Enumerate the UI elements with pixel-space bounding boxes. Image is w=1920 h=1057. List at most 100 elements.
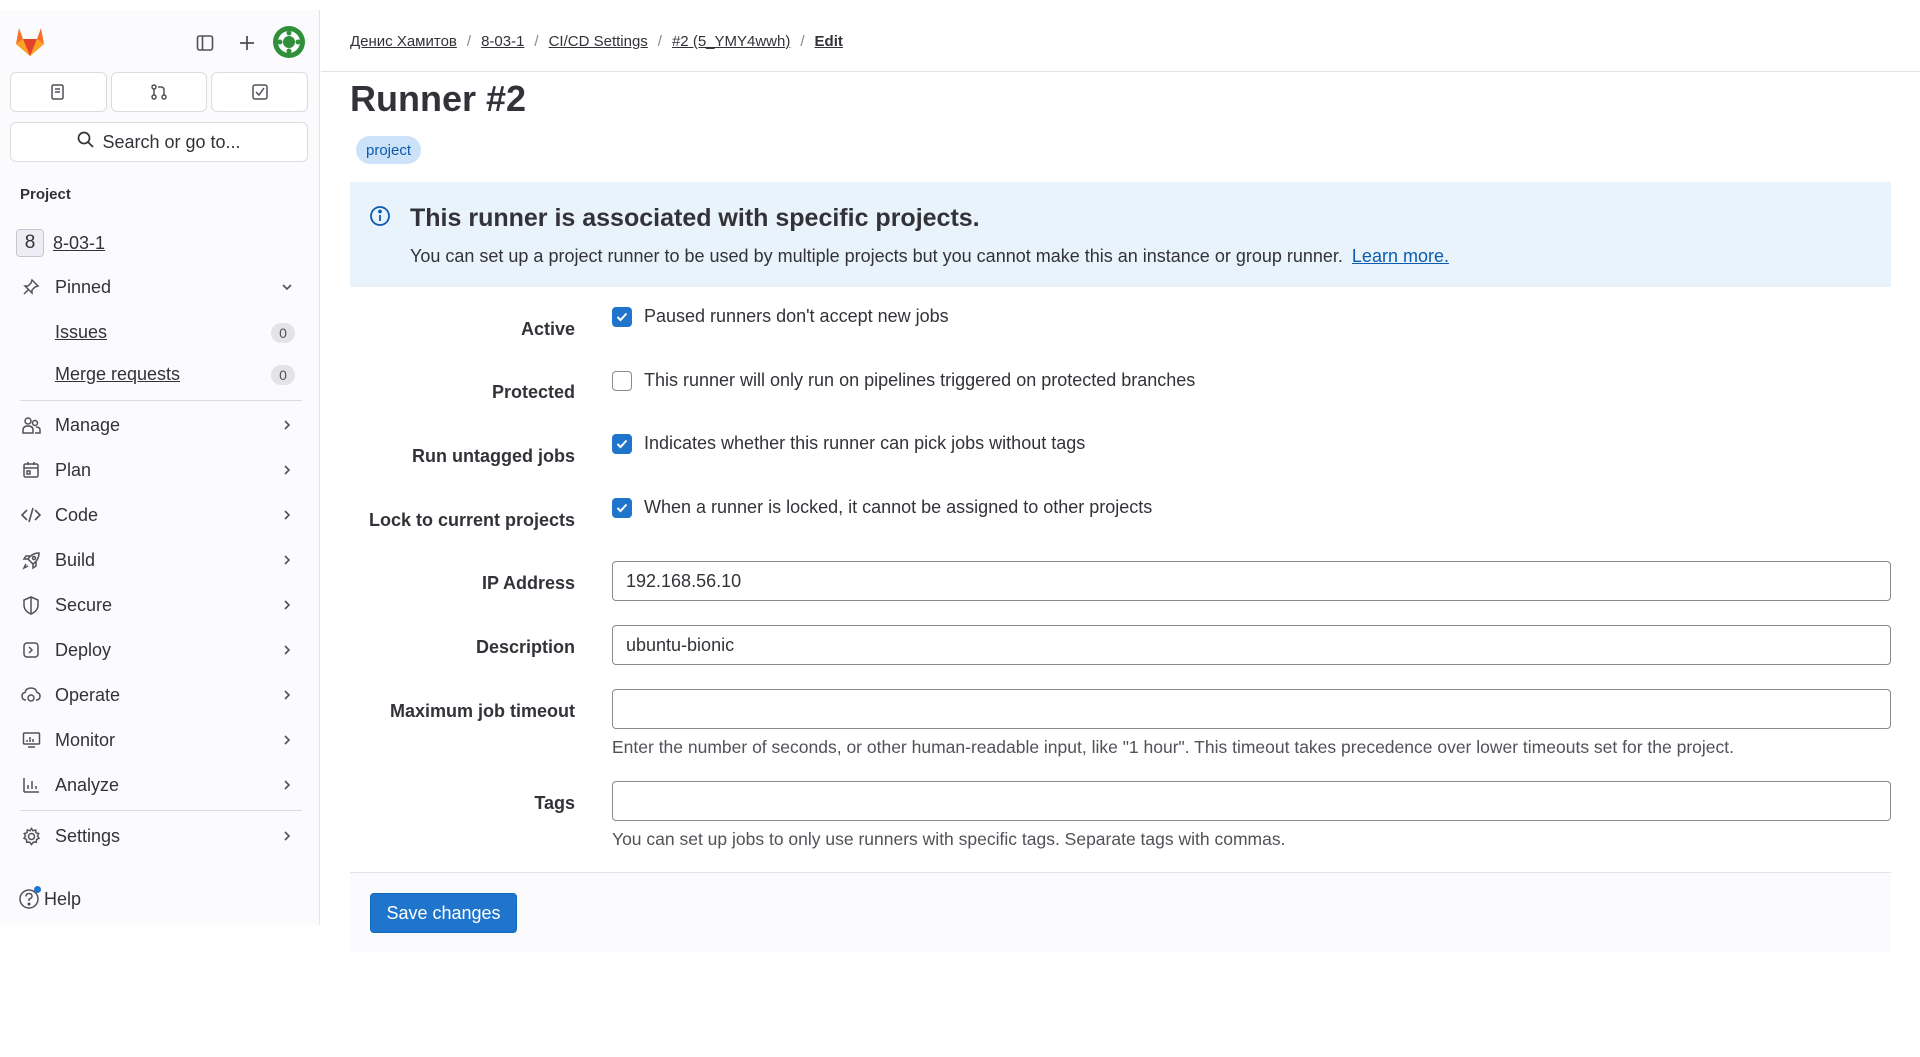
deploy-icon [16,635,46,665]
active-description: Paused runners don't accept new jobs [644,306,949,326]
gear-icon [16,821,46,851]
breadcrumb-project[interactable]: 8-03-1 [481,33,524,50]
manage-label: Manage [55,414,121,435]
breadcrumb-separator: / [534,33,539,50]
breadcrumb-current[interactable]: Edit [815,33,843,50]
assigned-issues-icon[interactable] [10,72,107,112]
search-label: Search or go to... [102,131,241,152]
locked-checkbox-row[interactable]: When a runner is locked, it cannot be as… [612,497,1152,518]
protected-checkbox-row[interactable]: This runner will only run on pipelines t… [612,370,1195,391]
pinned-label: Pinned [55,276,112,297]
chevron-right-icon [280,506,294,527]
project-name: 8-03-1 [53,232,106,253]
chevron-right-icon [280,686,294,707]
breadcrumb-separator: / [466,33,472,50]
chevron-right-icon [280,461,294,482]
untagged-checkbox[interactable] [612,433,632,454]
deploy-label: Deploy [55,639,112,660]
sidebar-item-secure[interactable]: Secure [10,586,310,624]
breadcrumb-separator: / [800,33,805,50]
calendar-icon [16,455,46,485]
sidebar-item-deploy[interactable]: Deploy [10,631,310,669]
active-label: Active [520,319,575,339]
chevron-right-icon [280,731,294,752]
tags-help-text: You can set up jobs to only use runners … [612,829,1286,849]
chevron-right-icon [280,776,294,797]
avatar[interactable] [273,26,305,58]
protected-description: This runner will only run on pipelines t… [644,370,1196,390]
protected-label: Protected [491,382,575,402]
chevron-down-icon [280,278,294,299]
chevron-right-icon [280,416,294,437]
sidebar-header [0,10,320,72]
sidebar-item-monitor[interactable]: Monitor [10,721,310,759]
issues-label: Issues [55,321,108,342]
search-button[interactable]: Search or go to... [10,122,308,162]
timeout-field[interactable] [612,689,1891,729]
build-label: Build [55,549,96,570]
learn-more-link[interactable]: Learn more. [1352,246,1449,266]
info-icon [368,204,392,228]
merge-requests-count: 0 [271,365,295,385]
locked-label: Lock to current projects [368,510,575,530]
sidebar-item-analyze[interactable]: Analyze [10,766,310,804]
active-checkbox[interactable] [612,306,632,327]
code-icon [16,500,46,530]
gitlab-logo-icon[interactable] [12,24,48,58]
sidebar-item-manage[interactable]: Manage [10,406,310,444]
chevron-right-icon [280,641,294,662]
sidebar-toggle-icon[interactable] [192,30,218,56]
alert-body: You can set up a project runner to be us… [410,246,1449,267]
help-button[interactable]: Help [18,886,82,910]
help-icon [18,886,41,910]
chart-icon [16,770,46,800]
active-checkbox-row[interactable]: Paused runners don't accept new jobs [612,306,949,327]
shield-icon [16,590,46,620]
analyze-label: Analyze [55,774,120,795]
form-actions: Save changes [350,872,1891,952]
sidebar-item-merge-requests[interactable]: Merge requests 0 [55,356,305,392]
alert-text: You can set up a project runner to be us… [410,246,1343,266]
tags-field[interactable] [612,781,1891,821]
ip-address-field[interactable] [612,561,1891,601]
sidebar-project-link[interactable]: 8 8-03-1 [10,224,310,262]
chevron-right-icon [280,551,294,572]
issues-count: 0 [271,323,295,343]
cloud-gear-icon [16,680,46,710]
description-field[interactable] [612,625,1891,665]
sidebar-divider [20,810,302,811]
alert-title: This runner is associated with specific … [410,204,980,232]
sidebar-quick-tabs [10,72,309,112]
runner-type-badge: project [356,136,422,164]
sidebar-pinned-toggle[interactable]: Pinned [10,268,310,306]
search-icon [77,131,95,153]
merge-requests-label: Merge requests [55,363,181,384]
chevron-right-icon [280,596,294,617]
save-changes-button[interactable]: Save changes [370,893,517,933]
breadcrumb-user[interactable]: Денис Хамитов [350,33,457,50]
protected-checkbox[interactable] [612,370,632,391]
untagged-checkbox-row[interactable]: Indicates whether this runner can pick j… [612,433,1085,454]
project-avatar: 8 [16,229,44,257]
description-label: Description [475,637,575,657]
info-alert: This runner is associated with specific … [350,182,1891,287]
chevron-right-icon [280,827,294,848]
merge-requests-icon[interactable] [110,72,208,112]
sidebar-item-plan[interactable]: Plan [10,451,310,489]
todo-icon[interactable] [211,72,309,112]
sidebar-item-code[interactable]: Code [10,496,310,534]
ip-address-label: IP Address [481,573,575,593]
help-label: Help [44,888,82,909]
plus-icon[interactable] [234,30,260,56]
operate-label: Operate [55,684,121,705]
breadcrumb-separator: / [657,33,662,50]
breadcrumb-cicd-settings[interactable]: CI/CD Settings [549,33,648,50]
breadcrumb-runner[interactable]: #2 (5_YMY4wwh) [672,33,790,50]
locked-checkbox[interactable] [612,497,632,518]
sidebar-item-operate[interactable]: Operate [10,676,310,714]
tags-label: Tags [534,793,575,813]
secure-label: Secure [55,594,113,615]
sidebar-item-build[interactable]: Build [10,541,310,579]
sidebar-item-settings[interactable]: Settings [10,817,310,855]
sidebar-item-issues[interactable]: Issues 0 [55,314,305,350]
